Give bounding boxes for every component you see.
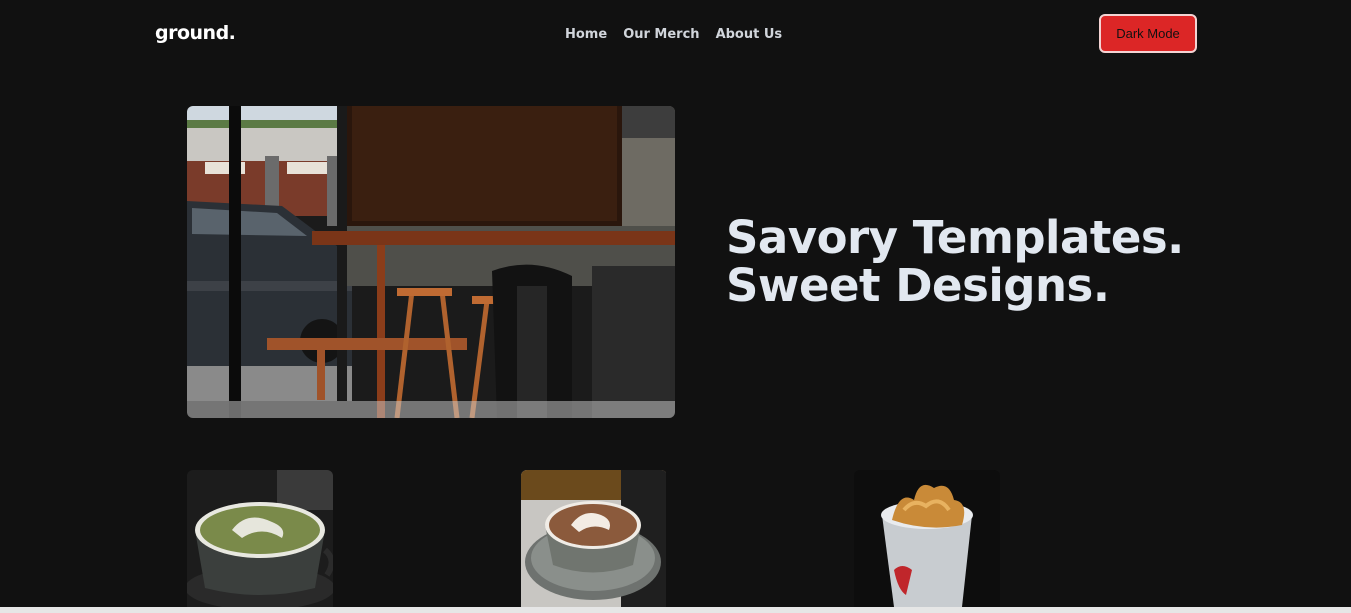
scrollbar-track[interactable]: [0, 607, 1351, 613]
hero-title-line-2: Sweet Designs.: [726, 259, 1110, 312]
nav-links: Home Our Merch About Us: [565, 27, 782, 42]
dark-mode-button[interactable]: Dark Mode: [1099, 14, 1197, 53]
product-card-pastry[interactable]: [854, 470, 1000, 607]
product-card-cappuccino[interactable]: [521, 470, 667, 607]
product-card-matcha[interactable]: [187, 470, 333, 607]
brand-logo[interactable]: ground.: [155, 22, 236, 44]
hero-title: Savory Templates. Sweet Designs.: [726, 214, 1184, 310]
hero-title-line-1: Savory Templates.: [726, 211, 1184, 264]
nav-link-merch[interactable]: Our Merch: [623, 27, 699, 42]
nav-link-home[interactable]: Home: [565, 27, 607, 42]
hero-cafe-image: [187, 106, 675, 418]
navbar: ground. Home Our Merch About Us Dark Mod…: [0, 0, 1351, 70]
page: ground. Home Our Merch About Us Dark Mod…: [0, 0, 1351, 613]
nav-link-about[interactable]: About Us: [716, 27, 783, 42]
